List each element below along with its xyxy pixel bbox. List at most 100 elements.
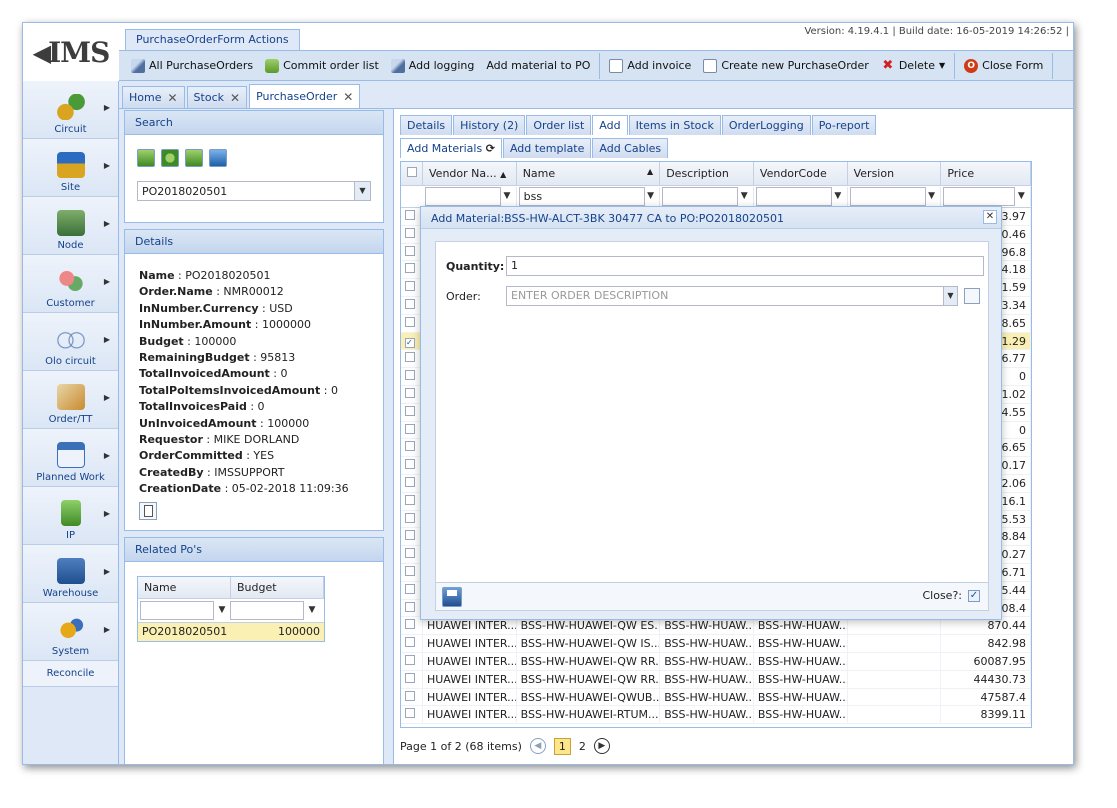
related-pos-header: Name Budget — [138, 577, 324, 599]
column-header-name[interactable]: Name — [138, 577, 231, 598]
close-icon[interactable]: ✕ — [983, 210, 997, 224]
tab-add-template[interactable]: Add template — [502, 138, 592, 158]
add-material-to-po-button[interactable]: Add material to PO — [480, 54, 596, 78]
add-invoice-button[interactable]: Add invoice — [603, 54, 697, 78]
nav-item-site[interactable]: Site ▶ — [23, 139, 118, 197]
filter-icon[interactable]: ▼ — [926, 187, 938, 206]
tab-add-materials[interactable]: Add Materials ⟳ — [400, 138, 502, 158]
tab-home[interactable]: Home ✕ — [122, 86, 185, 108]
detail-field: UnInvoicedAmount : 100000 — [139, 416, 310, 430]
tab-history[interactable]: History (2) — [453, 115, 526, 135]
column-header-price[interactable]: Price — [941, 162, 1031, 185]
po-search-combo[interactable]: PO2018020501 ▼ — [137, 181, 371, 201]
row-checkbox[interactable] — [401, 635, 423, 652]
column-header-description[interactable]: Description — [660, 162, 754, 185]
filter-vendor-code-input[interactable] — [755, 187, 832, 206]
column-header-name[interactable]: Name ▲ — [517, 162, 661, 185]
filter-icon[interactable]: ▼ — [501, 187, 513, 206]
tab-add[interactable]: Add — [592, 115, 628, 135]
table-row[interactable]: HUAWEI INTER... BSS-HW-HUAWEI-QWUB... BSS-… — [401, 688, 1031, 707]
filter-icon[interactable]: ▼ — [832, 187, 844, 206]
nav-item-reconcile[interactable]: Reconcile — [23, 661, 118, 687]
filter-vendor-input[interactable] — [424, 187, 501, 206]
nav-item-ip[interactable]: IP ▶ — [23, 487, 118, 545]
table-row[interactable]: HUAWEI INTER... BSS-HW-HUAWEI-QW RR... BSS… — [401, 652, 1031, 671]
page-1-button[interactable]: 1 — [553, 737, 571, 755]
row-checkbox[interactable] — [401, 670, 423, 688]
copy-details-button[interactable] — [139, 501, 157, 520]
forward-icon[interactable] — [185, 149, 203, 167]
filter-version-input[interactable] — [849, 187, 926, 206]
close-form-button[interactable]: O Close Form — [958, 54, 1049, 78]
quantity-input[interactable]: 1 — [506, 256, 984, 276]
nav-item-customer[interactable]: Customer ▶ — [23, 255, 118, 313]
nav-item-warehouse[interactable]: Warehouse ▶ — [23, 545, 118, 603]
close-icon[interactable]: ✕ — [230, 91, 240, 105]
add-logging-button[interactable]: Add logging — [385, 54, 481, 78]
commit-order-list-button[interactable]: Commit order list — [259, 54, 385, 78]
filter-icon[interactable]: ▼ — [216, 601, 228, 620]
circuit-icon — [56, 94, 85, 120]
version-cell — [848, 652, 942, 670]
close-icon[interactable]: ✕ — [167, 91, 177, 105]
detail-field: CreationDate : 05-02-2018 11:09:36 — [139, 482, 349, 496]
nav-item-order-tt[interactable]: Order/TT ▶ — [23, 371, 118, 429]
refresh-icon[interactable] — [161, 149, 179, 167]
table-row[interactable]: HUAWEI INTER... BSS-HW-HUAWEI-RTUM... BSS-… — [401, 706, 1031, 725]
filter-name-input[interactable] — [140, 601, 214, 620]
filter-icon[interactable]: ▼ — [306, 601, 318, 620]
prev-page-icon[interactable]: ◀ — [529, 738, 546, 754]
column-header-vendor-code[interactable]: VendorCode — [754, 162, 848, 185]
row-checkbox[interactable] — [401, 688, 423, 706]
refresh-icon[interactable]: ⟳ — [486, 142, 495, 155]
all-purchase-orders-button[interactable]: All PurchaseOrders — [125, 54, 259, 78]
next-page-icon[interactable]: ▶ — [593, 738, 610, 754]
city-sign-icon — [56, 152, 85, 178]
delete-button[interactable]: ✖ Delete ▼ — [875, 54, 951, 78]
table-row[interactable]: HUAWEI INTER... BSS-HW-HUAWEI-QW IS... BSS… — [401, 635, 1031, 653]
back-icon[interactable] — [137, 149, 155, 167]
tab-po-report[interactable]: Po-report — [811, 115, 877, 135]
vendor-code-cell: BSS-HW-HUAW... — [754, 670, 848, 688]
nav-item-olo-circuit[interactable]: Olo circuit ▶ — [23, 313, 118, 371]
filter-icon[interactable]: ▼ — [738, 187, 750, 206]
binoculars-icon[interactable] — [209, 149, 227, 167]
table-row[interactable]: PO2018020501 100000 — [138, 623, 324, 641]
chevron-down-icon[interactable]: ▼ — [354, 182, 370, 200]
nav-item-circuit[interactable]: Circuit ▶ — [23, 81, 118, 139]
column-header-budget[interactable]: Budget — [231, 577, 324, 598]
column-header-version[interactable]: Version — [848, 162, 942, 185]
close-icon[interactable]: ✕ — [343, 90, 353, 104]
close-checkbox[interactable]: ✓ — [968, 589, 980, 602]
filter-icon[interactable]: ▼ — [1015, 187, 1027, 206]
row-checkbox[interactable] — [401, 652, 423, 670]
chevron-down-icon: ▼ — [938, 61, 946, 70]
row-checkbox[interactable] — [401, 706, 423, 724]
table-row[interactable]: HUAWEI INTER... BSS-HW-HUAWEI-QW RR... BSS… — [401, 670, 1031, 689]
related-pos-filter-row: ▼ ▼ — [138, 599, 324, 623]
tab-order-list[interactable]: Order list — [526, 115, 592, 135]
filter-price-input[interactable] — [943, 187, 1016, 206]
filter-description-input[interactable] — [662, 187, 739, 206]
tab-order-logging[interactable]: OrderLogging — [721, 115, 811, 135]
tab-purchase-order[interactable]: PurchaseOrder ✕ — [249, 84, 361, 108]
filter-icon[interactable]: ▼ — [645, 187, 657, 206]
actions-tab[interactable]: PurchaseOrderForm Actions — [125, 29, 300, 50]
tab-details[interactable]: Details — [400, 115, 453, 135]
nav-item-system[interactable]: System ▶ — [23, 603, 118, 661]
save-icon[interactable] — [442, 587, 462, 607]
create-new-po-button[interactable]: Create new PurchaseOrder — [697, 54, 875, 78]
tab-add-cables[interactable]: Add Cables — [592, 138, 669, 158]
nav-item-planned-work[interactable]: Planned Work ▶ — [23, 429, 118, 487]
filter-budget-input[interactable] — [230, 601, 304, 620]
page-2-button[interactable]: 2 — [579, 740, 586, 753]
filter-name-input[interactable]: bss — [518, 187, 645, 206]
select-all-checkbox[interactable] — [401, 162, 423, 185]
tab-items-in-stock[interactable]: Items in Stock — [628, 115, 721, 135]
tab-stock[interactable]: Stock ✕ — [186, 86, 248, 108]
nav-item-node[interactable]: Node ▶ — [23, 197, 118, 255]
column-header-vendor[interactable]: Vendor Na... ▲ — [423, 162, 517, 185]
order-details-button[interactable] — [964, 288, 980, 304]
chevron-down-icon[interactable]: ▼ — [943, 287, 957, 305]
order-combo[interactable]: ENTER ORDER DESCRIPTION ▼ — [506, 286, 958, 306]
